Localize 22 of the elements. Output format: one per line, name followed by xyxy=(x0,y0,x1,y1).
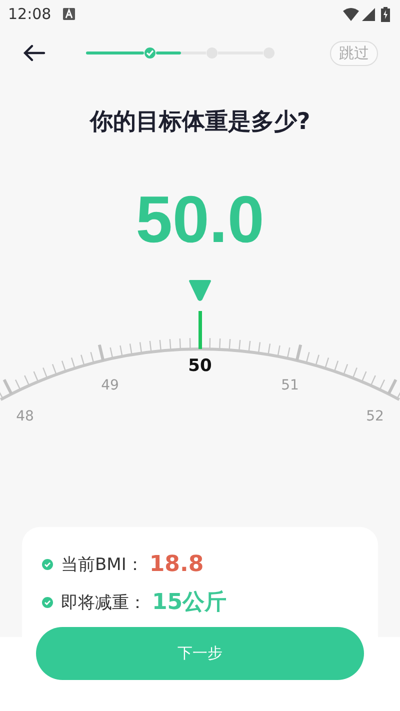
page-title: 你的目标体重是多少? xyxy=(88,108,312,136)
clock-time: 12:08 xyxy=(8,5,52,23)
weight-value: 50.0 xyxy=(134,184,266,254)
scale-label: 49 xyxy=(101,378,119,394)
scale-label: 50 xyxy=(188,356,212,376)
back-arrow-icon[interactable] xyxy=(22,44,46,62)
summary-label: 即将减重： xyxy=(61,592,146,614)
skip-button[interactable]: 跳过 xyxy=(330,40,378,66)
pointer-indicator xyxy=(189,280,211,349)
summary-value: 18.8 xyxy=(149,552,204,576)
battery-icon xyxy=(381,6,390,22)
wifi-icon xyxy=(343,8,359,20)
summary-label: 当前BMI： xyxy=(61,554,144,576)
scale-label: 51 xyxy=(281,378,299,394)
notification-icon xyxy=(63,8,76,20)
next-step-button[interactable]: 下一步 xyxy=(36,627,364,680)
check-icon xyxy=(42,558,53,570)
scale-label: 48 xyxy=(16,408,34,425)
summary-value: 15公斤 xyxy=(152,589,227,617)
check-icon xyxy=(42,596,53,608)
signal-icon xyxy=(362,8,375,20)
scale-label: 52 xyxy=(366,408,384,425)
